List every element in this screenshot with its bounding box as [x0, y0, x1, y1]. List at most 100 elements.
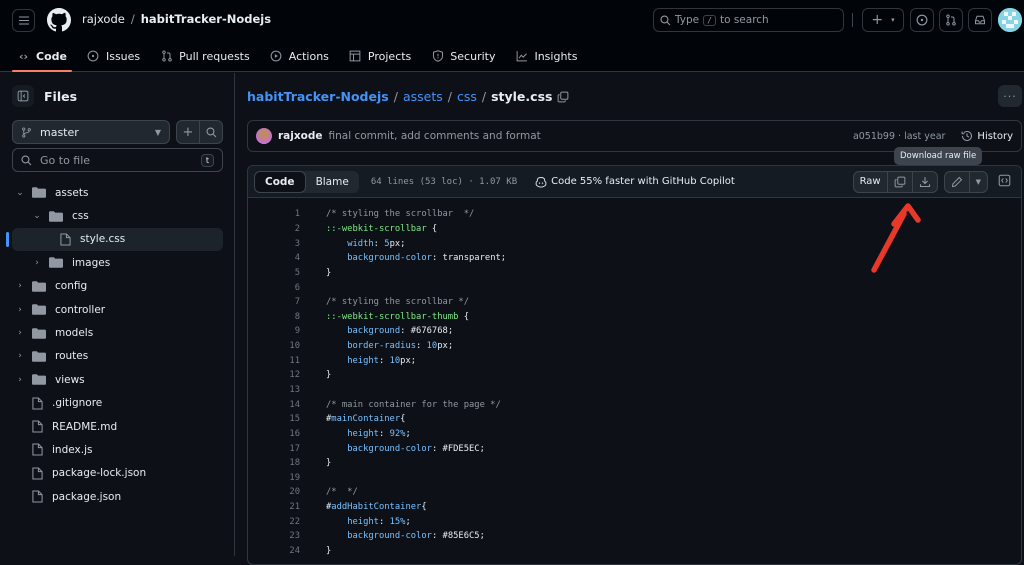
- tree-file[interactable]: index.js: [0, 438, 235, 461]
- download-raw-button[interactable]: [911, 171, 937, 192]
- line-number[interactable]: 2: [248, 224, 300, 234]
- pull-requests-button[interactable]: [939, 8, 963, 32]
- chevron-right-icon[interactable]: ›: [14, 305, 26, 315]
- code-line: 15 #mainContainer{: [248, 412, 1021, 427]
- line-number[interactable]: 6: [248, 283, 300, 293]
- line-number[interactable]: 5: [248, 268, 300, 278]
- line-number[interactable]: 11: [248, 356, 300, 366]
- edit-file-button[interactable]: [945, 172, 969, 192]
- plus-icon: +: [871, 12, 884, 28]
- tree-folder[interactable]: › images: [0, 251, 235, 274]
- line-number[interactable]: 24: [248, 546, 300, 556]
- go-to-file-input[interactable]: Go to file t: [12, 148, 223, 172]
- tree-file[interactable]: .gitignore: [0, 392, 235, 415]
- tree-folder[interactable]: › routes: [0, 345, 235, 368]
- pull-request-icon: [160, 50, 173, 63]
- line-number[interactable]: 1: [248, 209, 300, 219]
- add-file-button[interactable]: +: [177, 121, 200, 143]
- line-content: width: 5px;: [300, 239, 405, 249]
- commit-message[interactable]: final commit, add comments and format: [329, 130, 541, 142]
- line-number[interactable]: 17: [248, 444, 300, 454]
- caret-down-icon: ▼: [975, 177, 981, 186]
- commit-author[interactable]: rajxode: [278, 130, 323, 142]
- line-number[interactable]: 10: [248, 341, 300, 351]
- line-number[interactable]: 8: [248, 312, 300, 322]
- tab-label: Pull requests: [179, 49, 250, 63]
- collapse-sidebar-button[interactable]: [12, 85, 34, 107]
- tab-insights[interactable]: Insights: [506, 44, 586, 68]
- chevron-right-icon[interactable]: ›: [14, 375, 26, 385]
- tree-folder[interactable]: › controller: [0, 298, 235, 321]
- branch-selector[interactable]: master ▼: [12, 120, 170, 144]
- code-tab[interactable]: Code: [254, 170, 306, 193]
- tree-folder[interactable]: › views: [0, 368, 235, 391]
- line-number[interactable]: 9: [248, 326, 300, 336]
- tree-file[interactable]: style.css: [0, 227, 235, 252]
- code-token: border-radius: [347, 341, 417, 352]
- tree-file[interactable]: README.md: [0, 415, 235, 438]
- blame-tab[interactable]: Blame: [306, 171, 359, 193]
- chevron-right-icon[interactable]: ›: [14, 351, 26, 361]
- line-number[interactable]: 7: [248, 297, 300, 307]
- line-number[interactable]: 13: [248, 385, 300, 395]
- tab-code[interactable]: ‹› Code: [8, 44, 76, 72]
- tree-file[interactable]: package.json: [0, 485, 235, 508]
- repo-name-link[interactable]: habitTracker-Nodejs: [141, 12, 271, 26]
- user-avatar[interactable]: [998, 8, 1022, 32]
- line-number[interactable]: 16: [248, 429, 300, 439]
- history-button[interactable]: History: [961, 130, 1013, 142]
- line-number[interactable]: 12: [248, 370, 300, 380]
- chevron-right-icon[interactable]: ›: [14, 328, 26, 338]
- line-number[interactable]: 20: [248, 487, 300, 497]
- copy-path-icon[interactable]: [557, 91, 569, 103]
- tree-folder[interactable]: › config: [0, 275, 235, 298]
- line-number[interactable]: 18: [248, 458, 300, 468]
- tree-folder[interactable]: ⌄ assets: [0, 181, 235, 204]
- menu-button[interactable]: [12, 9, 35, 32]
- tree-folder[interactable]: › models: [0, 321, 235, 344]
- search-input[interactable]: Type / to search: [653, 8, 844, 32]
- line-number[interactable]: 3: [248, 239, 300, 249]
- line-number[interactable]: 19: [248, 473, 300, 483]
- author-avatar[interactable]: [256, 128, 272, 144]
- tab-pull-requests[interactable]: Pull requests: [151, 44, 259, 68]
- line-number[interactable]: 21: [248, 502, 300, 512]
- copy-raw-button[interactable]: [886, 171, 912, 192]
- copilot-promo-link[interactable]: Code 55% faster with GitHub Copilot: [535, 176, 735, 188]
- more-options-button[interactable]: ···: [998, 85, 1022, 107]
- identicon-icon: [998, 8, 1022, 32]
- code-line: 20 /* */: [248, 485, 1021, 500]
- search-code-button[interactable]: [200, 121, 222, 143]
- download-tooltip: Download raw file: [894, 147, 983, 165]
- chevron-right-icon[interactable]: ›: [14, 281, 26, 291]
- chevron-down-icon[interactable]: ⌄: [14, 188, 26, 198]
- line-number[interactable]: 15: [248, 414, 300, 424]
- create-new-button[interactable]: + ▾: [862, 8, 904, 32]
- breadcrumb-repo-link[interactable]: habitTracker-Nodejs: [247, 89, 389, 104]
- line-number[interactable]: 14: [248, 400, 300, 410]
- line-number[interactable]: 22: [248, 517, 300, 527]
- tree-file[interactable]: package-lock.json: [0, 462, 235, 485]
- chevron-right-icon[interactable]: ›: [31, 258, 43, 268]
- github-logo-icon[interactable]: [47, 8, 71, 32]
- tab-security[interactable]: Security: [422, 44, 504, 68]
- breadcrumb-css-link[interactable]: css: [457, 89, 477, 104]
- commit-sha-time[interactable]: a051b99 · last year: [853, 131, 945, 142]
- breadcrumb-assets-link[interactable]: assets: [403, 89, 443, 104]
- tab-projects[interactable]: Projects: [340, 44, 420, 68]
- tab-issues[interactable]: Issues: [78, 44, 149, 68]
- tab-actions[interactable]: Actions: [261, 44, 338, 68]
- line-number[interactable]: 23: [248, 531, 300, 541]
- line-number[interactable]: 4: [248, 253, 300, 263]
- repo-owner-link[interactable]: rajxode: [82, 12, 125, 26]
- inbox-button[interactable]: [968, 8, 992, 32]
- raw-button[interactable]: Raw: [854, 172, 887, 192]
- edit-options-button[interactable]: ▼: [968, 171, 987, 192]
- issues-button[interactable]: [910, 8, 934, 32]
- code-token: background: [347, 326, 401, 337]
- tree-folder[interactable]: ⌄ css: [0, 204, 235, 227]
- chevron-down-icon[interactable]: ⌄: [31, 211, 43, 221]
- code-view[interactable]: 1/* styling the scrollbar */2::-webkit-s…: [248, 199, 1021, 558]
- symbols-panel-button[interactable]: [994, 174, 1015, 190]
